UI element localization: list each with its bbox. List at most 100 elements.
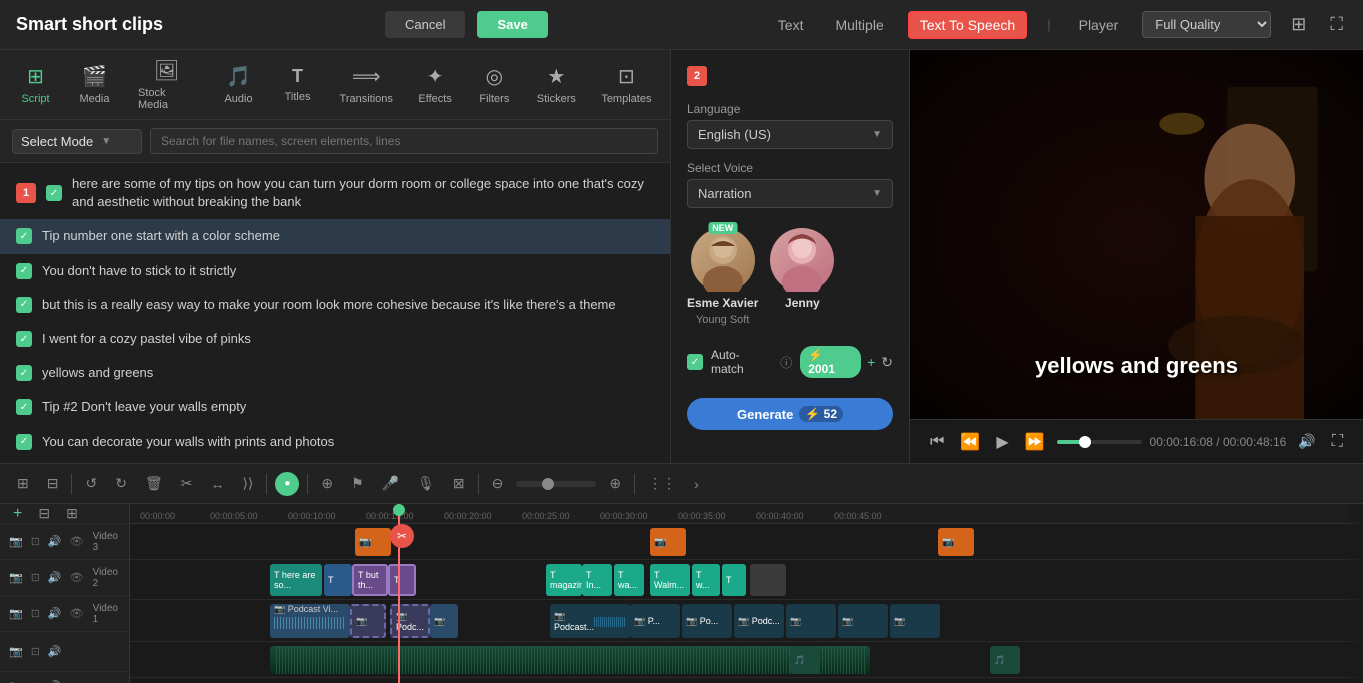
progress-handle[interactable] bbox=[1079, 436, 1091, 448]
track-a2-copy[interactable]: ⊡ bbox=[30, 679, 41, 683]
clip-v2-4[interactable]: T bbox=[388, 564, 416, 596]
zoom-handle[interactable] bbox=[542, 478, 554, 490]
track-v1-copy[interactable]: ⊡ bbox=[30, 606, 41, 621]
clip-v1-podcast1[interactable]: 📷 Podcast Vi... bbox=[270, 604, 350, 638]
checkbox-1[interactable]: ✓ bbox=[46, 185, 62, 201]
toolbar-media[interactable]: 🎬 Media bbox=[67, 58, 122, 111]
track-a1-camera[interactable]: 📷 bbox=[8, 644, 24, 659]
toolbar-transitions[interactable]: ⟹ Transitions bbox=[329, 58, 403, 111]
list-item[interactable]: ✓ I went for a cozy pastel vibe of pinks bbox=[0, 322, 670, 356]
mode-select-container[interactable]: Select Mode ▼ bbox=[12, 129, 142, 154]
clip-v2-10[interactable]: T bbox=[722, 564, 746, 596]
grid-view-icon[interactable]: ⊞ bbox=[1287, 10, 1310, 39]
clip-v1-6[interactable]: 📷 P... bbox=[630, 604, 680, 638]
delete-button[interactable]: 🗑 bbox=[140, 472, 168, 495]
mic-button[interactable]: 🎤 bbox=[377, 472, 404, 495]
track-v2-camera[interactable]: 📷 bbox=[8, 570, 24, 585]
info-icon[interactable]: ⓘ bbox=[780, 354, 792, 371]
credits-plus-icon[interactable]: + bbox=[867, 354, 875, 370]
track-a1-vol[interactable]: 🔊 bbox=[47, 644, 63, 659]
clip-v2-6[interactable]: T In... bbox=[582, 564, 612, 596]
list-item[interactable]: ✓ You can decorate your walls with print… bbox=[0, 425, 670, 459]
clip-v1-9[interactable]: 📷 bbox=[786, 604, 836, 638]
toolbar-filters[interactable]: ◎ Filters bbox=[467, 58, 522, 111]
skip-back-button[interactable]: ⏮ bbox=[926, 429, 948, 455]
auto-match-checkbox[interactable]: ✓ bbox=[687, 354, 703, 370]
track-grid-button[interactable]: ⊞ bbox=[61, 504, 83, 525]
audio-clip-1[interactable] bbox=[270, 646, 870, 674]
clip-v1-5[interactable]: 📷 Podcast... bbox=[550, 604, 630, 638]
voice-card-jenny[interactable]: Jenny bbox=[770, 228, 834, 326]
toolbar-audio[interactable]: 🎵 Audio bbox=[211, 58, 266, 111]
track-v1-camera[interactable]: 📷 bbox=[8, 606, 24, 621]
checkbox-7[interactable]: ✓ bbox=[16, 399, 32, 415]
audio-clip-2[interactable]: 🎵 bbox=[790, 646, 820, 674]
clip-v2-7[interactable]: T wa... bbox=[614, 564, 644, 596]
track-v3-camera[interactable]: 📷 bbox=[8, 534, 24, 549]
checkbox-3[interactable]: ✓ bbox=[16, 263, 32, 279]
toolbar-script[interactable]: ⊞ Script bbox=[8, 58, 63, 111]
list-item[interactable]: ✓ but this is a really easy way to make … bbox=[0, 288, 670, 322]
clip-v1-10[interactable]: 📷 bbox=[838, 604, 888, 638]
generate-button[interactable]: Generate ⚡ 52 bbox=[687, 398, 893, 430]
tab-text[interactable]: Text bbox=[770, 13, 812, 37]
crop-button[interactable]: ⊟ bbox=[42, 472, 64, 495]
mix-button[interactable]: ⊠ bbox=[448, 472, 470, 495]
zoom-out-button[interactable]: ⊖ bbox=[487, 472, 509, 495]
toolbar-titles[interactable]: T Titles bbox=[270, 60, 325, 109]
play-button[interactable]: ▶ bbox=[992, 428, 1012, 456]
clip-v2-2[interactable]: T bbox=[324, 564, 352, 596]
redo-button[interactable]: ↻ bbox=[110, 472, 132, 495]
track-a2-camera[interactable]: 📷 bbox=[8, 679, 24, 683]
search-input[interactable] bbox=[150, 128, 658, 154]
cancel-button[interactable]: Cancel bbox=[385, 11, 465, 38]
track-v3-copy[interactable]: ⊡ bbox=[30, 534, 41, 549]
checkbox-4[interactable]: ✓ bbox=[16, 297, 32, 313]
clip-v2-5[interactable]: T magazin... bbox=[546, 564, 582, 596]
tab-multiple[interactable]: Multiple bbox=[827, 13, 891, 37]
track-v3-vol[interactable]: 🔊 bbox=[47, 534, 63, 549]
split-view-button[interactable]: ⊞ bbox=[12, 472, 34, 495]
clip-v2-8[interactable]: T Walm... bbox=[650, 564, 690, 596]
toolbar-templates[interactable]: ⊡ Templates bbox=[591, 58, 662, 111]
voice-dropdown[interactable]: Narration ▼ bbox=[687, 179, 893, 208]
clip-v1-11[interactable]: 📷 bbox=[890, 604, 940, 638]
voice-card-esme[interactable]: NEW Esme Xavier Young Soft bbox=[687, 228, 758, 326]
track-v3-eye[interactable]: 👁 bbox=[69, 534, 85, 549]
clip-v2-3[interactable]: T but th... bbox=[352, 564, 388, 596]
more-options-button[interactable]: ⋮⋮ bbox=[643, 472, 681, 495]
cut-button[interactable]: ✂ bbox=[176, 472, 198, 495]
clip-v2-11[interactable] bbox=[750, 564, 786, 596]
clip-v1-7[interactable]: 📷 Po... bbox=[682, 604, 732, 638]
checkbox-8[interactable]: ✓ bbox=[16, 434, 32, 450]
marker-button[interactable]: ⚑ bbox=[346, 472, 369, 495]
split-button[interactable]: ↔ bbox=[205, 473, 229, 495]
toolbar-effects[interactable]: ✦ Effects bbox=[407, 58, 463, 111]
list-item[interactable]: ✓ Tip #2 Don't leave your walls empty bbox=[0, 390, 670, 424]
clip-v1-2[interactable]: 📷 bbox=[350, 604, 386, 638]
voiceover-button[interactable]: 🎙 bbox=[412, 472, 440, 495]
track-a1-copy[interactable]: ⊡ bbox=[30, 644, 41, 659]
fullscreen-toggle[interactable]: ⛶ bbox=[1328, 429, 1347, 455]
language-dropdown[interactable]: English (US) ▼ bbox=[687, 120, 893, 149]
clip-v1-4[interactable]: 📷 bbox=[430, 604, 458, 638]
step-back-button[interactable]: ⏪ bbox=[956, 428, 984, 456]
track-v1-vol[interactable]: 🔊 bbox=[47, 606, 63, 621]
clip-v2-9[interactable]: T w... bbox=[692, 564, 720, 596]
tab-tts[interactable]: Text To Speech bbox=[908, 11, 1027, 39]
list-item[interactable]: ✓ Tip number one start with a color sche… bbox=[0, 219, 670, 253]
chevron-right-icon[interactable]: › bbox=[689, 473, 704, 495]
clip-v2-1[interactable]: T here are so... bbox=[270, 564, 322, 596]
volume-button[interactable]: 🔊 bbox=[1294, 429, 1319, 454]
audio-clip-3[interactable]: 🎵 bbox=[990, 646, 1020, 674]
clip-v3-3[interactable]: 📷 bbox=[938, 528, 974, 556]
track-v2-eye[interactable]: 👁 bbox=[69, 570, 85, 585]
track-a2-vol[interactable]: 🔊 bbox=[47, 679, 63, 683]
list-item[interactable]: ✓ yellows and greens bbox=[0, 356, 670, 390]
toolbar-stock[interactable]: 🖼 Stock Media bbox=[126, 52, 207, 117]
step-forward-button[interactable]: ⏩ bbox=[1021, 428, 1049, 456]
snap-button[interactable]: ⊕ bbox=[316, 472, 338, 495]
quality-select[interactable]: Full Quality Preview Quality bbox=[1142, 11, 1271, 38]
clip-v1-3[interactable]: 📷 Podc... bbox=[390, 604, 430, 638]
zoom-slider[interactable] bbox=[516, 481, 596, 487]
